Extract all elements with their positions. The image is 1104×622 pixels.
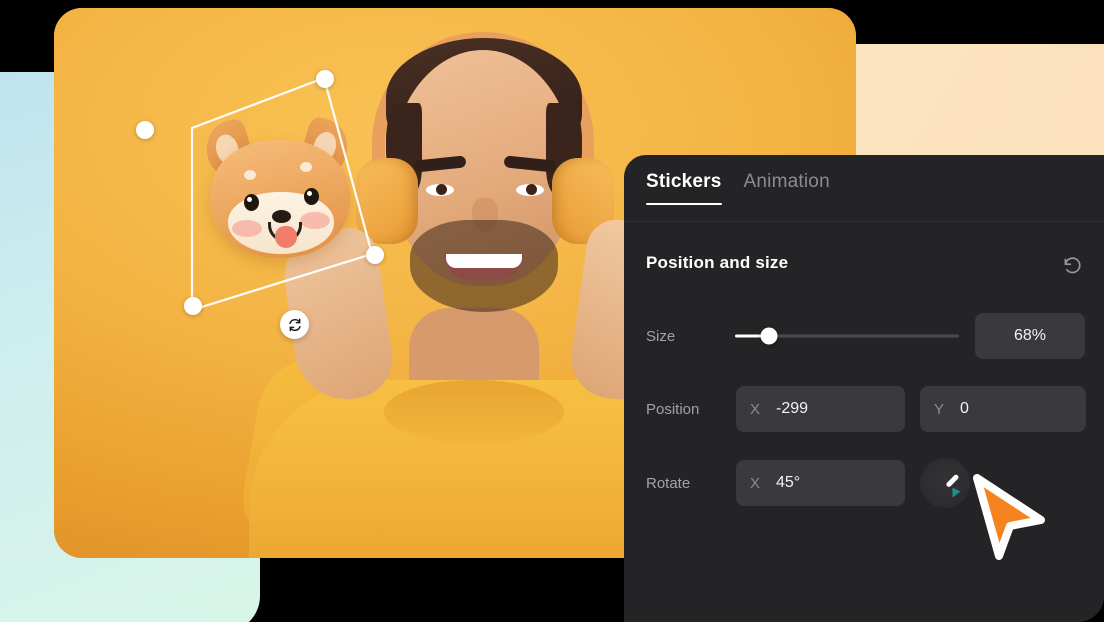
row-size: Size 68% xyxy=(624,313,1104,359)
panel-divider xyxy=(624,221,1104,222)
rotate-x-value: 45° xyxy=(776,474,801,491)
rotate-x-axis-label: X xyxy=(750,474,761,492)
reset-arrow-icon[interactable] xyxy=(1058,251,1086,279)
selection-handle-top-left[interactable] xyxy=(136,121,154,139)
selection-handle-bottom-left[interactable] xyxy=(184,297,202,315)
row-position: Position X -299 Y 0 xyxy=(624,386,1104,432)
row-rotate: Rotate X 45° xyxy=(624,458,1104,508)
size-slider-thumb[interactable] xyxy=(760,327,778,345)
position-x-axis-label: X xyxy=(750,400,761,418)
tab-animation[interactable]: Animation xyxy=(744,171,830,205)
rotation-knob-accent xyxy=(949,488,961,500)
label-rotate: Rotate xyxy=(646,474,691,492)
size-value: 68% xyxy=(1013,327,1047,344)
size-slider[interactable] xyxy=(735,327,959,345)
position-y-axis-label: Y xyxy=(934,400,945,418)
shiba-dog-sticker[interactable] xyxy=(182,114,372,266)
position-y-value: 0 xyxy=(960,400,969,417)
size-value-field[interactable]: 68% xyxy=(975,313,1085,359)
label-size: Size xyxy=(646,327,676,345)
tab-stickers[interactable]: Stickers xyxy=(646,171,722,205)
position-x-field[interactable]: X -299 xyxy=(736,386,905,432)
selection-handle-top-right[interactable] xyxy=(316,70,334,88)
selection-handle-bottom-right[interactable] xyxy=(366,246,384,264)
rotate-x-field[interactable]: X 45° xyxy=(736,460,905,506)
position-y-field[interactable]: Y 0 xyxy=(920,386,1086,432)
rotation-knob-icon[interactable] xyxy=(920,458,970,508)
panel-tabs: Stickers Animation xyxy=(646,171,830,205)
rotation-knob-indicator xyxy=(945,473,960,488)
section-title: Position and size xyxy=(646,253,789,272)
sticker-settings-panel: Stickers Animation Position and size Siz… xyxy=(624,155,1104,622)
position-x-value: -299 xyxy=(776,400,809,417)
screenshot-stage: Stickers Animation Position and size Siz… xyxy=(0,0,1104,622)
rotate-handle-icon[interactable] xyxy=(280,310,309,339)
label-position: Position xyxy=(646,400,700,418)
